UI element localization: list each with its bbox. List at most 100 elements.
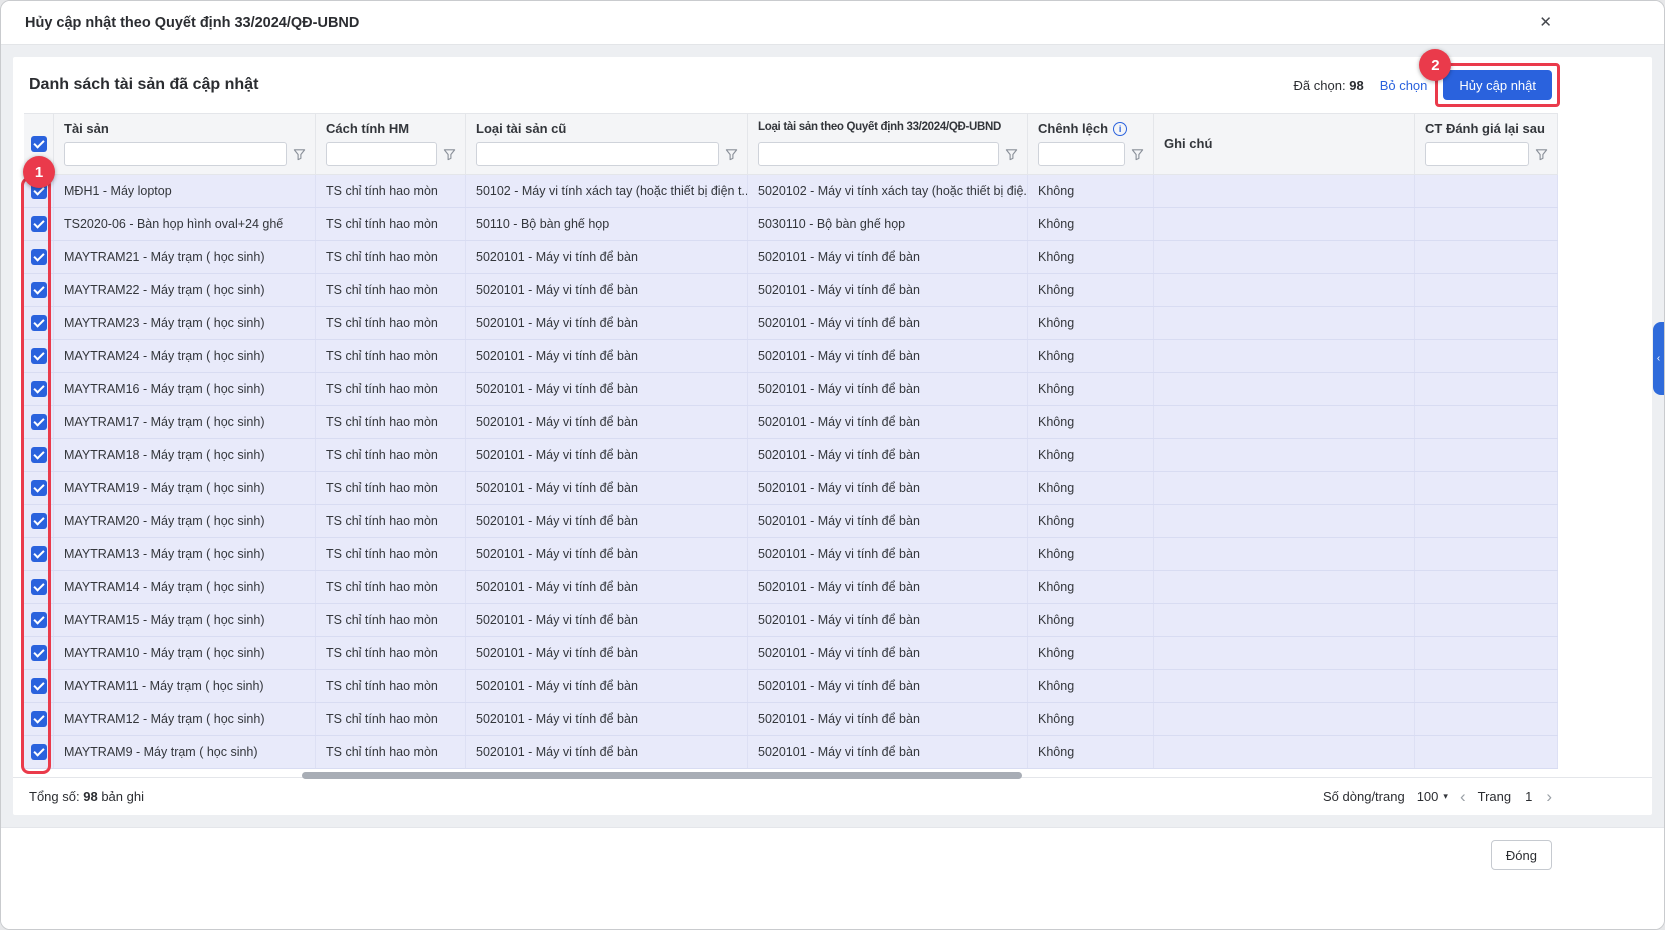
method-cell: TS chỉ tính hao mòn: [316, 604, 466, 636]
filter-old-type-input[interactable]: [476, 142, 719, 166]
new-type-cell: 5020101 - Máy vi tính để bàn: [748, 637, 1028, 669]
filter-difference-input[interactable]: [1038, 142, 1125, 166]
row-checkbox[interactable]: [31, 711, 47, 727]
difference-cell: Không: [1028, 439, 1154, 471]
table-row[interactable]: MAYTRAM17 - Máy trạm ( học sinh) TS chỉ …: [24, 406, 1558, 439]
row-checkbox[interactable]: [31, 447, 47, 463]
asset-cell: MAYTRAM21 - Máy trạm ( học sinh): [54, 241, 316, 273]
row-checkbox-cell: [24, 670, 54, 702]
row-checkbox[interactable]: [31, 480, 47, 496]
asset-cell: MAYTRAM19 - Máy trạm ( học sinh): [54, 472, 316, 504]
filter-ct-input[interactable]: [1425, 142, 1529, 166]
column-header-method: Cách tính HM: [326, 121, 457, 136]
method-cell: TS chỉ tính hao mòn: [316, 538, 466, 570]
horizontal-scrollbar-thumb[interactable]: [302, 772, 1022, 779]
row-checkbox[interactable]: [31, 282, 47, 298]
row-checkbox[interactable]: [31, 612, 47, 628]
table-row[interactable]: MAYTRAM15 - Máy trạm ( học sinh) TS chỉ …: [24, 604, 1558, 637]
row-checkbox[interactable]: [31, 348, 47, 364]
filter-icon[interactable]: [293, 148, 307, 161]
table-row[interactable]: TS2020-06 - Bàn họp hình oval+24 ghế TS …: [24, 208, 1558, 241]
panel-title: Danh sách tài sản đã cập nhật: [29, 76, 258, 94]
note-cell: [1154, 571, 1415, 603]
row-checkbox[interactable]: [31, 414, 47, 430]
table-row[interactable]: MAYTRAM19 - Máy trạm ( học sinh) TS chỉ …: [24, 472, 1558, 505]
row-checkbox[interactable]: [31, 216, 47, 232]
dialog-title: Hủy cập nhật theo Quyết định 33/2024/QĐ-…: [25, 15, 359, 31]
note-cell: [1154, 439, 1415, 471]
row-checkbox[interactable]: [31, 513, 47, 529]
row-checkbox[interactable]: [31, 744, 47, 760]
table-row[interactable]: MAYTRAM14 - Máy trạm ( học sinh) TS chỉ …: [24, 571, 1558, 604]
close-dialog-button[interactable]: Đóng: [1491, 840, 1552, 870]
new-type-cell: 5020101 - Máy vi tính để bàn: [748, 307, 1028, 339]
table-row[interactable]: MAYTRAM16 - Máy trạm ( học sinh) TS chỉ …: [24, 373, 1558, 406]
collapse-panel-tab[interactable]: ‹: [1653, 322, 1664, 395]
filter-new-type-input[interactable]: [758, 142, 999, 166]
note-cell: [1154, 208, 1415, 240]
select-all-checkbox[interactable]: [31, 136, 47, 152]
table-area: Tài sản Cách tính HM: [13, 113, 1652, 777]
next-page-icon[interactable]: ›: [1546, 788, 1552, 805]
ct-cell: [1415, 736, 1558, 768]
table-row[interactable]: MAYTRAM18 - Máy trạm ( học sinh) TS chỉ …: [24, 439, 1558, 472]
row-checkbox[interactable]: [31, 249, 47, 265]
method-cell: TS chỉ tính hao mòn: [316, 340, 466, 372]
method-cell: TS chỉ tính hao mòn: [316, 208, 466, 240]
selected-label: Đã chọn:: [1294, 78, 1346, 93]
old-type-cell: 5020101 - Máy vi tính để bàn: [466, 736, 748, 768]
per-page-select[interactable]: 100 ▾: [1417, 789, 1448, 804]
table-row[interactable]: MAYTRAM20 - Máy trạm ( học sinh) TS chỉ …: [24, 505, 1558, 538]
new-type-cell: 5020101 - Máy vi tính để bàn: [748, 340, 1028, 372]
filter-icon[interactable]: [1005, 148, 1019, 161]
filter-icon[interactable]: [725, 148, 739, 161]
method-cell: TS chỉ tính hao mòn: [316, 241, 466, 273]
row-checkbox[interactable]: [31, 645, 47, 661]
close-icon[interactable]: ✕: [1539, 15, 1552, 30]
filter-method-input[interactable]: [326, 142, 437, 166]
old-type-cell: 5020101 - Máy vi tính để bàn: [466, 307, 748, 339]
difference-cell: Không: [1028, 373, 1154, 405]
table-row[interactable]: MAYTRAM21 - Máy trạm ( học sinh) TS chỉ …: [24, 241, 1558, 274]
row-checkbox[interactable]: [31, 183, 47, 199]
method-cell: TS chỉ tính hao mòn: [316, 571, 466, 603]
info-icon[interactable]: i: [1113, 122, 1127, 136]
difference-cell: Không: [1028, 340, 1154, 372]
table-row[interactable]: MĐH1 - Máy loptop TS chỉ tính hao mòn 50…: [24, 175, 1558, 208]
column-header-old-type: Loại tài sản cũ: [476, 121, 739, 136]
prev-page-icon[interactable]: ‹: [1460, 788, 1466, 805]
chevron-left-icon: ‹: [1657, 353, 1660, 364]
difference-cell: Không: [1028, 670, 1154, 702]
filter-icon[interactable]: [1535, 148, 1549, 161]
table-row[interactable]: MAYTRAM23 - Máy trạm ( học sinh) TS chỉ …: [24, 307, 1558, 340]
cancel-update-button[interactable]: Hủy cập nhật: [1443, 70, 1552, 100]
dialog-footer: Đóng: [1, 827, 1664, 929]
table-row[interactable]: MAYTRAM9 - Máy trạm ( học sinh) TS chỉ t…: [24, 736, 1558, 769]
table-row[interactable]: MAYTRAM22 - Máy trạm ( học sinh) TS chỉ …: [24, 274, 1558, 307]
filter-icon[interactable]: [443, 148, 457, 161]
filter-icon[interactable]: [1131, 148, 1145, 161]
row-checkbox[interactable]: [31, 579, 47, 595]
old-type-cell: 5020101 - Máy vi tính để bàn: [466, 241, 748, 273]
difference-cell: Không: [1028, 241, 1154, 273]
panel-header: Danh sách tài sản đã cập nhật Đã chọn: 9…: [13, 57, 1652, 113]
deselect-link[interactable]: Bỏ chọn: [1380, 78, 1428, 93]
filter-asset-input[interactable]: [64, 142, 287, 166]
row-checkbox[interactable]: [31, 678, 47, 694]
table-row[interactable]: MAYTRAM10 - Máy trạm ( học sinh) TS chỉ …: [24, 637, 1558, 670]
row-checkbox[interactable]: [31, 546, 47, 562]
table-row[interactable]: MAYTRAM24 - Máy trạm ( học sinh) TS chỉ …: [24, 340, 1558, 373]
table-row[interactable]: MAYTRAM13 - Máy trạm ( học sinh) TS chỉ …: [24, 538, 1558, 571]
asset-cell: MAYTRAM15 - Máy trạm ( học sinh): [54, 604, 316, 636]
selected-count-value: 98: [1349, 78, 1363, 93]
row-checkbox[interactable]: [31, 315, 47, 331]
row-checkbox[interactable]: [31, 381, 47, 397]
column-difference: Chênh lệch i: [1028, 114, 1154, 174]
table-row[interactable]: MAYTRAM12 - Máy trạm ( học sinh) TS chỉ …: [24, 703, 1558, 736]
row-checkbox-cell: [24, 604, 54, 636]
row-checkbox-cell: [24, 703, 54, 735]
asset-cell: MAYTRAM20 - Máy trạm ( học sinh): [54, 505, 316, 537]
difference-cell: Không: [1028, 538, 1154, 570]
old-type-cell: 50102 - Máy vi tính xách tay (hoặc thiết…: [466, 175, 748, 207]
table-row[interactable]: MAYTRAM11 - Máy trạm ( học sinh) TS chỉ …: [24, 670, 1558, 703]
